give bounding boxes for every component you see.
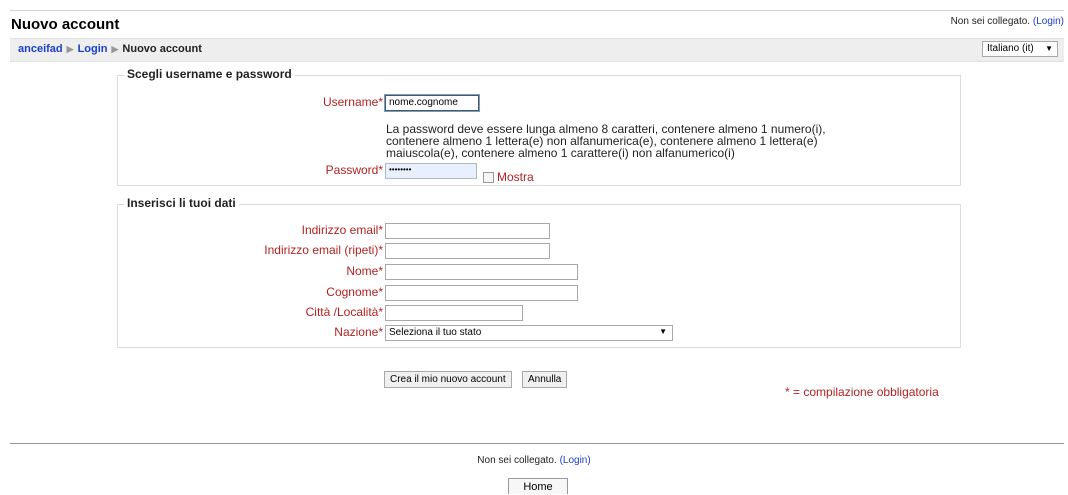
firstname-label: Nome* xyxy=(346,264,383,278)
password-input[interactable]: •••••••• xyxy=(385,163,477,179)
language-selected-value: Italiano (it) xyxy=(987,43,1034,54)
country-selected-value: Seleziona il tuo stato xyxy=(389,327,482,338)
login-link[interactable]: (Login) xyxy=(1033,16,1064,27)
navbar: anceifad ▶ Login ▶ Nuovo account Italiano (i… xyxy=(10,38,1064,62)
show-password-checkbox[interactable] xyxy=(483,171,494,183)
country-label: Nazione* xyxy=(334,325,383,339)
breadcrumb: anceifad ▶ Login ▶ Nuovo account xyxy=(18,43,202,55)
breadcrumb-separator-icon: ▶ xyxy=(66,44,74,54)
home-button[interactable]: Home xyxy=(508,478,568,494)
lastname-input[interactable] xyxy=(385,285,578,301)
password-label: Password* xyxy=(325,163,383,177)
username-label: Username* xyxy=(322,95,383,109)
lastname-label: Cognome* xyxy=(326,285,383,299)
country-select[interactable]: Seleziona il tuo stato ▼ xyxy=(385,325,673,341)
breadcrumb-home-link[interactable]: anceifad xyxy=(18,43,63,55)
email-label: Indirizzo email* xyxy=(301,223,383,237)
chevron-down-icon: ▼ xyxy=(1045,44,1053,53)
city-label: Città /Località* xyxy=(305,305,383,319)
credentials-section: Scegli username e password Username* nom… xyxy=(117,67,961,186)
email-input[interactable] xyxy=(385,223,550,239)
city-input[interactable] xyxy=(385,305,523,321)
footer-login-link[interactable]: (Login) xyxy=(560,455,591,466)
details-legend: Inserisci li tuoi dati xyxy=(124,196,239,210)
chevron-down-icon: ▼ xyxy=(659,327,667,336)
cancel-button[interactable]: Annulla xyxy=(522,371,568,388)
required-fields-note: * = compilazione obbligatoria xyxy=(785,385,939,399)
language-select[interactable]: Italiano (it) ▼ xyxy=(982,41,1058,57)
page-title: Nuovo account xyxy=(11,16,120,33)
breadcrumb-current: Nuovo account xyxy=(122,43,202,55)
footer-login-info: Non sei collegato. (Login) xyxy=(0,455,1068,466)
username-input[interactable]: nome.cognome xyxy=(385,95,479,111)
header-divider xyxy=(10,10,1064,11)
breadcrumb-separator-icon: ▶ xyxy=(111,44,119,54)
create-account-button[interactable]: Crea il mio nuovo account xyxy=(384,371,512,388)
password-rules-text: La password deve essere lunga almeno 8 c… xyxy=(386,122,826,160)
show-password-label: Mostra xyxy=(497,170,534,184)
footer-divider xyxy=(10,443,1064,444)
login-info: Non sei collegato. (Login) xyxy=(951,16,1064,27)
breadcrumb-login-link[interactable]: Login xyxy=(78,43,108,55)
email-repeat-input[interactable] xyxy=(385,243,550,259)
login-status-text: Non sei collegato. xyxy=(950,16,1031,27)
details-section: Inserisci li tuoi dati Indirizzo email* … xyxy=(117,196,961,348)
email-repeat-label: Indirizzo email (ripeti)* xyxy=(264,243,383,257)
credentials-legend: Scegli username e password xyxy=(124,67,295,81)
footer-login-status: Non sei collegato. xyxy=(477,455,557,466)
show-password-toggle[interactable]: Mostra xyxy=(483,170,534,184)
firstname-input[interactable] xyxy=(385,264,578,280)
